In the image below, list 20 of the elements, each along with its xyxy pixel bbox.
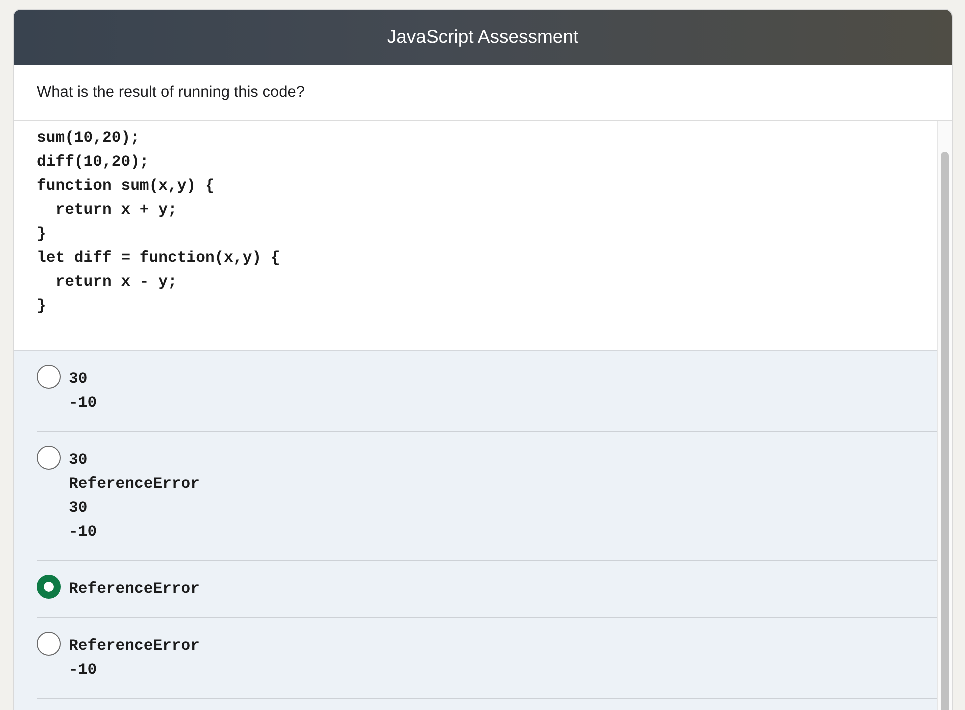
code-line: let diff = function(x,y) {	[37, 248, 282, 269]
assessment-title: JavaScript Assessment	[387, 25, 579, 50]
answer-option-label[interactable]: 30 ReferenceError 30 -10	[69, 448, 200, 544]
code-line: }	[37, 224, 48, 245]
code-line: function sum(x,y) {	[37, 176, 216, 197]
code-line: }	[37, 296, 48, 317]
code-line: sum(10,20);	[37, 128, 141, 149]
radio-button[interactable]	[37, 575, 61, 599]
radio-button[interactable]	[37, 365, 61, 389]
scrollbar-track[interactable]	[937, 121, 952, 710]
code-line: return x + y;	[54, 200, 178, 221]
question-text: What is the result of running this code?	[37, 82, 305, 103]
code-line: return x - y;	[54, 272, 178, 293]
answer-option-label[interactable]: ReferenceError -10	[69, 634, 200, 682]
answer-option-label[interactable]: ReferenceError	[69, 577, 200, 601]
radio-button[interactable]	[37, 446, 61, 470]
code-line: diff(10,20);	[37, 152, 150, 173]
answer-option-label[interactable]: 30 -10	[69, 367, 98, 415]
radio-button[interactable]	[37, 632, 61, 656]
scrollbar-thumb[interactable]	[941, 152, 949, 710]
